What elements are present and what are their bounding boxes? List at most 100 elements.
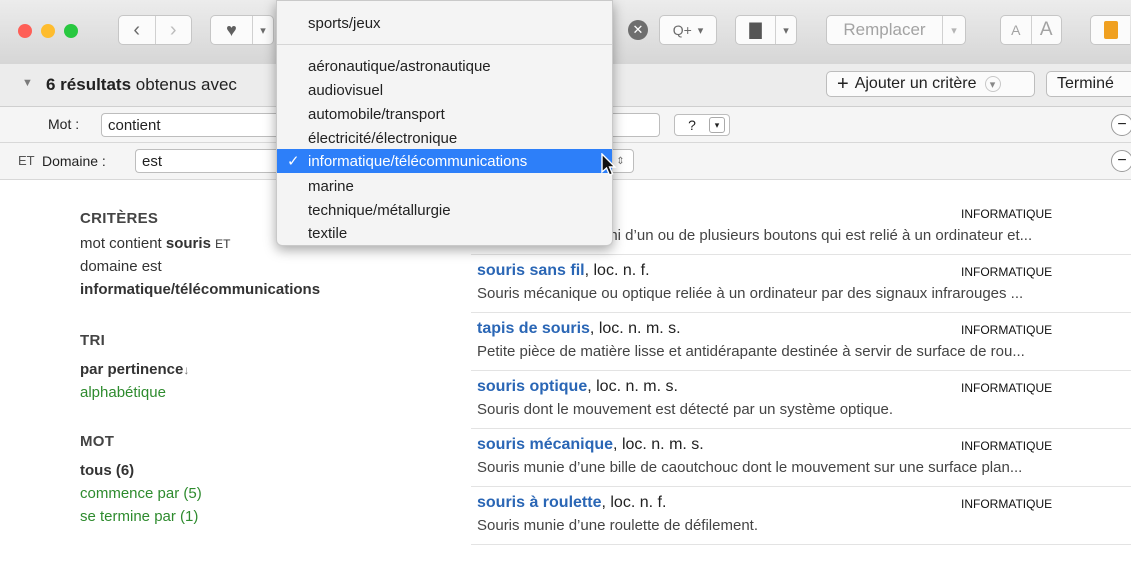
dropdown-item[interactable]: audiovisuel xyxy=(277,78,612,102)
results-summary: 6 résultats obtenus avec xyxy=(46,75,237,95)
heart-icon: ♥ xyxy=(226,19,237,40)
result-item[interactable]: souris à roulette, loc. n. f. INFORMATIQ… xyxy=(471,486,1131,545)
conjunction-label: ET xyxy=(18,153,35,168)
chevron-down-icon: ▾ xyxy=(697,24,704,37)
result-domain: INFORMATIQUE xyxy=(961,323,1053,337)
remove-criterion-button[interactable]: − xyxy=(1111,114,1131,136)
dropdown-item[interactable]: technique/métallurgie xyxy=(277,198,612,222)
dropdown-item[interactable]: textile xyxy=(277,221,612,245)
word-operator-field[interactable]: contient xyxy=(101,113,281,137)
criteria-line: domaine est xyxy=(80,258,162,275)
criterion-field-label: Mot : xyxy=(48,116,80,132)
criteria-text: mot contient xyxy=(80,235,162,252)
result-definition: Souris munie d’une roulette de défilemen… xyxy=(477,517,759,534)
font-smaller-button[interactable]: A xyxy=(1001,22,1031,38)
result-domain: INFORMATIQUE xyxy=(961,265,1053,279)
dropdown-item[interactable]: aéronautique/astronautique xyxy=(277,54,612,78)
zoom-menu-button[interactable]: Q+ ▾ xyxy=(659,15,717,45)
result-item[interactable]: souris sans fil, loc. n. f. INFORMATIQUE… xyxy=(471,254,1131,313)
close-window-button[interactable] xyxy=(18,24,32,38)
domain-dropdown-menu: sports/jeux aéronautique/astronautique a… xyxy=(276,0,613,246)
sidebar: CRITÈRES mot contient souris ET domaine … xyxy=(80,210,460,525)
chevron-down-icon: ▾ xyxy=(783,24,789,37)
mouse-cursor-icon xyxy=(601,153,617,176)
result-item[interactable]: souris optique, loc. n. m. s. INFORMATIQ… xyxy=(471,370,1131,429)
domain-operator-select[interactable]: est xyxy=(135,149,280,173)
result-definition: Petite pièce de matière lisse et antidér… xyxy=(477,343,1025,360)
sort-heading: TRI xyxy=(80,332,106,349)
result-item[interactable]: tapis de souris, loc. n. m. s. INFORMATI… xyxy=(471,312,1131,371)
chevron-down-icon: ▾ xyxy=(951,24,957,37)
font-larger-button[interactable]: A xyxy=(1032,19,1062,41)
menu-separator xyxy=(277,44,612,45)
plus-icon: + xyxy=(837,72,849,95)
result-term: souris sans fil, loc. n. f. xyxy=(477,262,650,279)
favorites-button[interactable]: ♥ ▾ xyxy=(210,15,274,45)
dropdown-item[interactable]: électricité/électronique xyxy=(277,126,612,150)
results-count: 6 résultats xyxy=(46,75,132,94)
nav-buttons: ‹ › xyxy=(118,15,192,45)
result-domain: INFORMATIQUE xyxy=(961,439,1053,453)
back-arrow-icon[interactable]: ‹ xyxy=(119,19,155,42)
word-filter-all[interactable]: tous (6) xyxy=(80,462,460,479)
word-filter-starts[interactable]: commence par (5) xyxy=(80,485,460,502)
zoom-label: Q+ xyxy=(672,22,692,38)
clear-search-icon[interactable]: ✕ xyxy=(628,20,648,40)
minus-icon: − xyxy=(1117,116,1127,133)
chevron-down-icon: ▾ xyxy=(260,24,266,37)
result-domain: INFORMATIQUE xyxy=(961,381,1053,395)
result-term: souris mécanique, loc. n. m. s. xyxy=(477,436,704,453)
sort-arrow-icon: ↓ xyxy=(183,363,190,377)
book-icon xyxy=(1103,21,1118,39)
checkmark-icon: ✓ xyxy=(287,153,300,170)
replace-button[interactable]: Remplacer ▾ xyxy=(826,15,966,45)
replace-label: Remplacer xyxy=(843,20,926,39)
result-item[interactable]: souris mécanique, loc. n. m. s. INFORMAT… xyxy=(471,428,1131,487)
add-criterion-button[interactable]: + Ajouter un critère ▾ xyxy=(826,71,1035,97)
trash-icon: ▇ xyxy=(749,22,762,39)
word-filter-ends[interactable]: se termine par (1) xyxy=(80,508,460,525)
zoom-window-button[interactable] xyxy=(64,24,78,38)
word-value-field[interactable] xyxy=(608,113,660,137)
done-button[interactable]: Terminé xyxy=(1046,71,1131,97)
criterion-field-label: Domaine : xyxy=(42,153,106,169)
font-size-buttons: A A xyxy=(1000,15,1062,45)
disclosure-triangle-icon[interactable]: ▼ xyxy=(22,77,33,89)
word-heading: MOT xyxy=(80,433,115,450)
sort-relevance-option[interactable]: par pertinence↓ xyxy=(80,361,460,378)
result-term: souris à roulette, loc. n. f. xyxy=(477,494,667,511)
minus-icon: − xyxy=(1117,152,1127,169)
results-count-suffix: obtenus avec xyxy=(135,75,237,94)
criteria-term: souris xyxy=(165,235,211,252)
forward-arrow-icon[interactable]: › xyxy=(156,19,192,42)
dropdown-item[interactable]: automobile/transport xyxy=(277,102,612,126)
result-domain: INFORMATIQUE xyxy=(961,497,1053,511)
done-label: Terminé xyxy=(1057,75,1114,92)
criteria-conjunction: ET xyxy=(215,237,231,251)
result-definition: uni d’un ou de plusieurs boutons qui est… xyxy=(601,227,1033,244)
match-mode-select[interactable]: ? ▾ xyxy=(674,114,730,136)
word-operator-value: contient xyxy=(108,116,161,134)
dropdown-item[interactable]: sports/jeux xyxy=(277,11,612,35)
result-term: tapis de souris, loc. n. m. s. xyxy=(477,320,681,337)
sort-relevance-label: par pertinence xyxy=(80,361,184,378)
match-mode-value: ? xyxy=(688,117,696,133)
dropdown-item-label: informatique/télécommunications xyxy=(308,152,528,170)
result-definition: Souris munie d’une bille de caoutchouc d… xyxy=(477,459,1023,476)
chevron-down-icon: ▾ xyxy=(709,117,725,133)
dropdown-item-selected[interactable]: ✓ informatique/télécommunications xyxy=(277,149,612,173)
dictionary-button[interactable] xyxy=(1090,15,1130,45)
result-definition: Souris dont le mouvement est détecté par… xyxy=(477,401,894,418)
criteria-domain: informatique/télécommunications xyxy=(80,281,321,298)
dropdown-item[interactable]: marine xyxy=(277,174,612,198)
result-term: souris optique, loc. n. m. s. xyxy=(477,378,678,395)
result-definition: Souris mécanique ou optique reliée à un … xyxy=(477,285,1024,302)
result-domain: INFORMATIQUE xyxy=(961,207,1053,221)
remove-criterion-button[interactable]: − xyxy=(1111,150,1131,172)
add-criterion-label: Ajouter un critère xyxy=(854,75,977,92)
minimize-window-button[interactable] xyxy=(41,24,55,38)
sort-alphabetical-option[interactable]: alphabétique xyxy=(80,384,460,401)
trash-button[interactable]: ▇ ▾ xyxy=(735,15,797,45)
chevron-down-icon: ▾ xyxy=(984,76,1001,92)
domain-operator-value: est xyxy=(142,152,163,170)
